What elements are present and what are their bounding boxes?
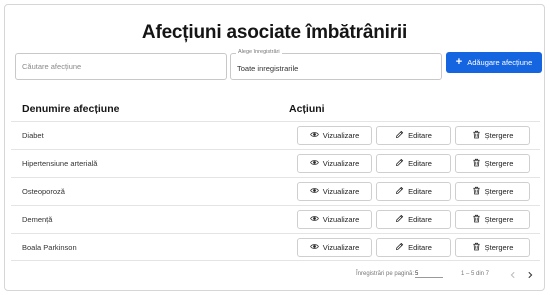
edit-label: Editare xyxy=(408,131,432,140)
edit-button[interactable]: Editare xyxy=(376,154,451,173)
chevron-left-icon xyxy=(510,271,515,279)
trash-icon xyxy=(472,242,480,251)
condition-name: Hipertensiune arterială xyxy=(22,159,98,168)
table-row: Boala Parkinson Vizualizare Editare Șterger… xyxy=(11,233,540,261)
delete-label: Ștergere xyxy=(484,159,514,168)
delete-button[interactable]: Ștergere xyxy=(455,126,530,145)
filter-legend: Alege înregistrări xyxy=(236,49,282,55)
add-condition-button[interactable]: + Adăugare afecțiune xyxy=(446,52,542,73)
eye-icon xyxy=(309,188,319,193)
edit-button[interactable]: Editare xyxy=(376,126,451,145)
next-page-button[interactable] xyxy=(524,269,536,281)
table-row: Demență Vizualizare Editare Ștergere xyxy=(11,205,540,233)
eye-icon xyxy=(309,160,319,165)
chevron-right-icon xyxy=(528,271,533,279)
filter-value: Toate inregistrarile xyxy=(237,64,299,73)
view-button[interactable]: Vizualizare xyxy=(297,182,372,201)
table-row: Osteoporoză Vizualizare Editare Ștergere xyxy=(11,177,540,205)
delete-label: Ștergere xyxy=(484,187,514,196)
previous-page-button[interactable] xyxy=(507,269,519,281)
view-button[interactable]: Vizualizare xyxy=(297,126,372,145)
view-label: Vizualizare xyxy=(322,159,360,168)
delete-label: Ștergere xyxy=(484,215,514,224)
trash-icon xyxy=(472,214,480,223)
delete-button[interactable]: Ștergere xyxy=(455,154,530,173)
table-row: Hipertensiune arterială Vizualizare Editar… xyxy=(11,149,540,177)
edit-button[interactable]: Editare xyxy=(376,210,451,229)
rows-per-page-select[interactable]: 5 xyxy=(415,271,443,278)
delete-button[interactable]: Ștergere xyxy=(455,182,530,201)
view-label: Vizualizare xyxy=(322,215,360,224)
rows-per-page-label: Înregistrări pe pagină: xyxy=(356,271,415,277)
eye-icon xyxy=(309,216,319,221)
column-header-name: Denumire afecțiune xyxy=(22,103,120,115)
pencil-icon xyxy=(396,186,404,194)
view-label: Vizualizare xyxy=(322,187,360,196)
edit-label: Editare xyxy=(408,215,432,224)
eye-icon xyxy=(309,132,319,137)
add-condition-label: Adăugare afecțiune xyxy=(467,58,533,67)
edit-label: Editare xyxy=(408,159,432,168)
edit-label: Editare xyxy=(408,243,432,252)
condition-name: Demență xyxy=(22,215,53,224)
table-row: Diabet Vizualizare Editare Ștergere xyxy=(11,121,540,149)
trash-icon xyxy=(472,158,480,167)
view-label: Vizualizare xyxy=(322,131,360,140)
column-header-actions: Acțiuni xyxy=(289,103,325,115)
edit-button[interactable]: Editare xyxy=(376,238,451,257)
pencil-icon xyxy=(396,130,404,138)
condition-name: Diabet xyxy=(22,131,44,140)
eye-icon xyxy=(309,244,319,249)
delete-button[interactable]: Ștergere xyxy=(455,238,530,257)
pencil-icon xyxy=(396,242,404,250)
condition-name: Osteoporoză xyxy=(22,187,65,196)
pencil-icon xyxy=(396,214,404,222)
trash-icon xyxy=(472,186,480,195)
page-range: 1 – 5 din 7 xyxy=(461,271,490,277)
delete-label: Ștergere xyxy=(484,243,514,252)
view-button[interactable]: Vizualizare xyxy=(297,210,372,229)
records-filter-select[interactable]: Alege înregistrări Toate inregistrarile xyxy=(230,49,442,80)
plus-icon: + xyxy=(455,56,463,68)
view-label: Vizualizare xyxy=(322,243,360,252)
view-button[interactable]: Vizualizare xyxy=(297,238,372,257)
delete-button[interactable]: Ștergere xyxy=(455,210,530,229)
edit-label: Editare xyxy=(408,187,432,196)
main-card: Afecțiuni asociate îmbătrânirii Alege în… xyxy=(4,4,545,291)
pencil-icon xyxy=(396,158,404,166)
page-title: Afecțiuni asociate îmbătrânirii xyxy=(141,22,408,43)
edit-button[interactable]: Editare xyxy=(376,182,451,201)
condition-name: Boala Parkinson xyxy=(22,243,77,252)
view-button[interactable]: Vizualizare xyxy=(297,154,372,173)
delete-label: Ștergere xyxy=(484,131,514,140)
search-input[interactable] xyxy=(15,53,227,80)
conditions-table: Diabet Vizualizare Editare Ștergere Hiperten… xyxy=(11,121,540,261)
trash-icon xyxy=(472,130,480,139)
